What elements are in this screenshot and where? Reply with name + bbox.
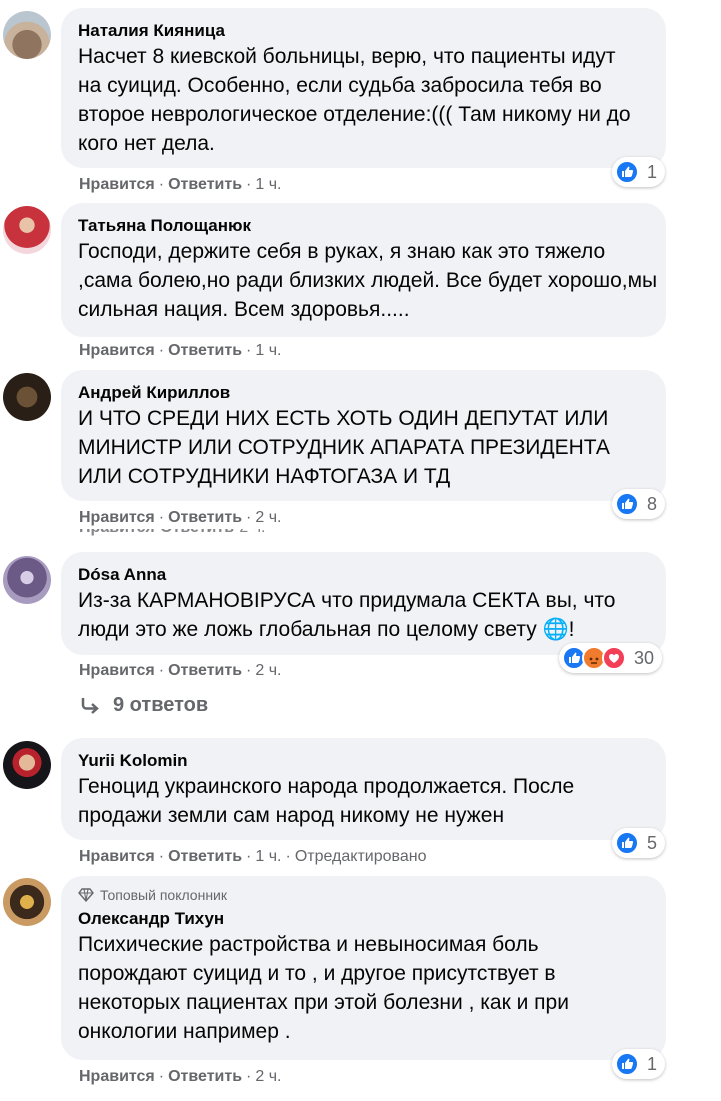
comment-time[interactable]: 1 ч. [255, 176, 281, 193]
separator: · [246, 1068, 252, 1085]
comment-actions: Нравится · Ответить · 2 ч. [79, 1067, 281, 1087]
reactions-summary[interactable]: 1 [612, 157, 666, 187]
comment-time[interactable]: 2 ч. [255, 1068, 281, 1085]
avatar[interactable] [3, 878, 51, 926]
comment-time[interactable]: 2 ч. [255, 509, 281, 526]
comment-text: Геноцид украинского народа продолжается.… [78, 775, 575, 827]
comment-time: 2 ч. [239, 529, 265, 536]
comment-actions: Нравится · Ответить · 2 ч. [79, 508, 281, 528]
reply-button[interactable]: Ответить [168, 342, 242, 359]
separator: · [158, 1068, 165, 1085]
like-button[interactable]: Нравится [79, 848, 155, 865]
comment-time[interactable]: 2 ч. [255, 662, 281, 679]
separator: · [285, 848, 291, 865]
comment-bubble: Татьяна Полощанюк Господи, держите себя … [61, 203, 666, 337]
edited-label: Отредактировано [294, 848, 427, 865]
reaction-count: 1 [647, 161, 658, 182]
comment-bubble: Андрей Кириллов И ЧТО СРЕДИ НИХ ЕСТЬ ХОТ… [61, 370, 666, 501]
reply-button[interactable]: Ответить [168, 848, 242, 865]
comment-actions: Нравится · Ответить · 2 ч. [79, 661, 281, 681]
like-icon [615, 831, 639, 855]
like-button: Нравится [79, 529, 155, 536]
love-icon [602, 646, 626, 670]
comment-author[interactable]: Yurii Kolomin [78, 750, 650, 772]
separator: · [158, 342, 165, 359]
comment-author[interactable]: Андрей Кириллов [78, 382, 650, 404]
separator: · [246, 342, 252, 359]
top-fan-badge: Топовый поклонник [78, 886, 650, 904]
reactions-summary[interactable]: 1 [612, 1049, 666, 1079]
comment-actions: Нравится · Ответить · 1 ч. [79, 175, 281, 195]
reaction-count: 8 [647, 493, 658, 514]
comment-author[interactable]: Наталия Кияница [78, 20, 650, 42]
like-icon [615, 160, 639, 184]
reaction-count: 30 [634, 647, 655, 668]
separator: · [158, 848, 165, 865]
comment-bubble: Dósa Anna Из-за КАРМАНОВІРУСА что придум… [61, 552, 666, 655]
reply-button[interactable]: Ответить [168, 1068, 242, 1085]
like-icon [615, 492, 639, 516]
reaction-count: 1 [647, 1053, 658, 1074]
separator: · [158, 176, 165, 193]
comment-bubble: Наталия Кияница Насчет 8 киевской больни… [61, 8, 666, 168]
reply-button[interactable]: Ответить [168, 509, 242, 526]
badge-label: Топовый поклонник [100, 887, 227, 903]
reactions-summary[interactable]: 30 [559, 643, 663, 673]
separator: · [246, 848, 252, 865]
reactions-summary[interactable]: 8 [612, 489, 666, 519]
avatar[interactable] [3, 556, 51, 604]
like-button[interactable]: Нравится [79, 662, 155, 679]
separator: · [158, 662, 165, 679]
reply-arrow-icon [81, 697, 99, 714]
like-button[interactable]: Нравится [79, 509, 155, 526]
like-button[interactable]: Нравится [79, 342, 155, 359]
comment-actions: Нравится · Ответить · 1 ч. [79, 341, 281, 361]
comment-text: Насчет 8 киевской больницы, верю, что па… [78, 45, 631, 155]
avatar[interactable] [3, 11, 51, 59]
comment-author[interactable]: Татьяна Полощанюк [78, 215, 650, 237]
separator: · [246, 509, 252, 526]
reply-button: Ответить [160, 529, 234, 536]
comment-time[interactable]: 1 ч. [255, 342, 281, 359]
reply-button[interactable]: Ответить [168, 176, 242, 193]
avatar[interactable] [3, 373, 51, 421]
like-button[interactable]: Нравится [79, 176, 155, 193]
comment-actions: Нравится · Ответить · 1 ч. · Отредактировано [79, 847, 426, 867]
avatar[interactable] [3, 741, 51, 789]
comment-bubble: Yurii Kolomin Геноцид украинского народа… [61, 738, 666, 840]
separator: · [246, 662, 252, 679]
clipped-actions-row: Нравится·Ответить·2 ч. [79, 529, 265, 539]
comment-time[interactable]: 1 ч. [255, 848, 281, 865]
diamond-icon [78, 888, 94, 902]
like-button[interactable]: Нравится [79, 1068, 155, 1085]
reactions-summary[interactable]: 5 [612, 828, 666, 858]
comment-text: Из-за КАРМАНОВІРУСА что придумала СЕКТА … [78, 589, 616, 641]
like-icon [615, 1052, 639, 1076]
separator: · [246, 176, 252, 193]
avatar[interactable] [3, 206, 51, 254]
comment-bubble: Топовый поклонник Олександр Тихун Психич… [61, 876, 666, 1060]
comment-text: Господи, держите себя в руках, я знаю ка… [78, 240, 658, 321]
separator: · [158, 509, 165, 526]
view-replies-link[interactable]: 9 ответов [79, 694, 208, 717]
comment-text: Психические растройства и невыносимая бо… [78, 933, 569, 1043]
comment-author[interactable]: Олександр Тихун [78, 908, 650, 930]
reply-button[interactable]: Ответить [168, 662, 242, 679]
comment-text: И ЧТО СРЕДИ НИХ ЕСТЬ ХОТЬ ОДИН ДЕПУТАТ И… [78, 407, 610, 488]
replies-count[interactable]: 9 ответов [113, 694, 208, 717]
comment-author[interactable]: Dósa Anna [78, 564, 650, 586]
reaction-count: 5 [647, 832, 658, 853]
